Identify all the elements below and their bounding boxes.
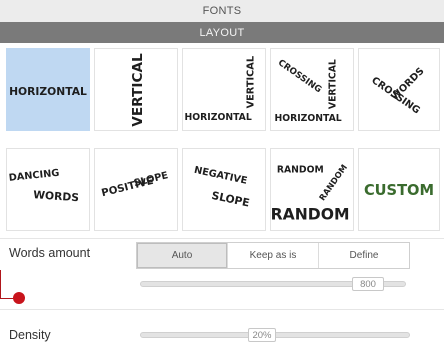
label-custom: Custom [364,182,434,199]
label-random-1: Random [277,164,324,175]
divider-middle [0,309,444,310]
layout-tile-horizontal[interactable]: Horizontal [6,48,90,131]
words-amount-auto-button[interactable]: Auto [137,243,227,268]
label-random-3: Random [271,205,350,223]
label-vertical-2: Vertical [245,56,256,108]
layout-tile-crossing-words[interactable]: Crossing Words [358,48,440,131]
callout-marker [13,292,25,304]
density-label: Density [9,328,51,342]
label-words-2: Words [33,188,80,204]
words-amount-keep-button[interactable]: Keep as is [227,243,318,268]
callout-line-vertical [0,270,1,298]
fonts-header-label: FONTS [202,5,242,17]
label-crossing: Crossing [276,58,323,95]
words-amount-define-button[interactable]: Define [318,243,409,268]
label-horizontal-3: Horizontal [274,113,341,124]
layout-tile-horizontal-vertical[interactable]: Vertical Horizontal [182,48,266,131]
label-vertical: Vertical [130,53,146,127]
layout-tile-random[interactable]: Random Random Random [270,148,354,231]
label-slope-2: Slope [210,189,250,210]
label-horizontal: Horizontal [9,85,87,98]
label-dancing: Dancing [8,168,60,184]
density-slider-thumb[interactable]: 20% [248,328,276,342]
words-amount-toggle: Auto Keep as is Define [136,242,410,269]
layout-tile-vertical[interactable]: Vertical [94,48,178,131]
layout-tile-dancing-words[interactable]: Dancing Words [6,148,90,231]
layout-tile-crossing-vertical-horizontal[interactable]: Crossing Vertical Horizontal [270,48,354,131]
label-horizontal-2: Horizontal [185,112,252,123]
layout-tile-negative-slope[interactable]: Negative Slope [182,148,266,231]
fonts-section-header[interactable]: FONTS [0,0,444,23]
layout-grid: Horizontal Vertical Vertical Horizontal … [4,46,440,238]
layout-tile-custom[interactable]: Custom [358,148,440,231]
layout-tile-positive-slope[interactable]: Positive Slope [94,148,178,231]
divider-top [0,238,444,239]
layout-section-header[interactable]: LAYOUT [0,22,444,43]
words-amount-label: Words amount [9,246,91,260]
label-negative: Negative [193,165,248,187]
label-vertical-3: Vertical [327,59,338,109]
layout-header-label: LAYOUT [199,26,245,39]
words-amount-slider-thumb[interactable]: 800 [352,277,384,291]
